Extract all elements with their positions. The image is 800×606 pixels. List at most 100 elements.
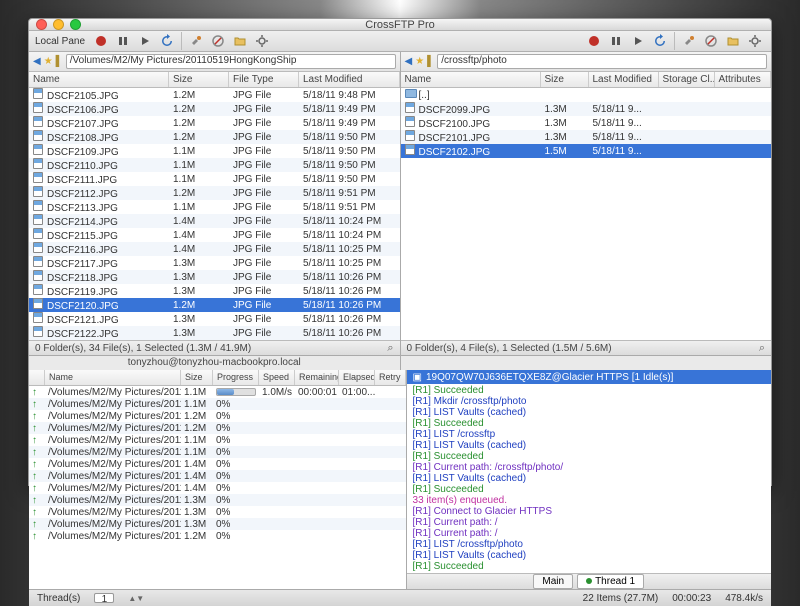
log-line: [R1] Current path: / (413, 517, 765, 528)
queue-row[interactable]: ↑/Volumes/M2/My Pictures/201105...1.1M0% (29, 398, 406, 410)
left-host: tonyzhou@tonyzhou-macbookpro.local (29, 356, 401, 370)
right-pane: ◀ ★ ▌ /crossftp/photo Name Size Last Mod… (401, 52, 772, 355)
refresh-button[interactable] (157, 31, 177, 51)
file-row[interactable]: DSCF2110.JPG1.1MJPG File5/18/11 9:50 PM (29, 158, 400, 172)
file-row[interactable]: DSCF2119.JPG1.3MJPG File5/18/11 10:26 PM (29, 284, 400, 298)
folder-button-r[interactable] (723, 31, 743, 51)
file-row[interactable]: DSCF2102.JPG1.5M5/18/11 9... (401, 144, 772, 158)
file-row[interactable]: [..] (401, 88, 772, 102)
file-row[interactable]: DSCF2112.JPG1.2MJPG File5/18/11 9:51 PM (29, 186, 400, 200)
queue-row[interactable]: ↑/Volumes/M2/My Pictures/201105...1.2M0% (29, 530, 406, 542)
spinner-up-icon[interactable]: ▲▼ (128, 594, 144, 603)
file-row[interactable]: DSCF2109.JPG1.1MJPG File5/18/11 9:50 PM (29, 144, 400, 158)
upload-icon: ↑ (32, 387, 37, 398)
queue-column-header[interactable]: Name Size Progress Speed Remaining Elaps… (29, 370, 406, 386)
file-row[interactable]: DSCF2105.JPG1.2MJPG File5/18/11 9:48 PM (29, 88, 400, 102)
connect-button[interactable] (186, 31, 206, 51)
log-line: [R1] LIST /crossftp/photo (413, 539, 765, 550)
file-row[interactable]: DSCF2106.JPG1.2MJPG File5/18/11 9:49 PM (29, 102, 400, 116)
refresh-button-r[interactable] (650, 31, 670, 51)
play-button-r[interactable] (628, 31, 648, 51)
file-row[interactable]: DSCF2122.JPG1.3MJPG File5/18/11 10:26 PM (29, 326, 400, 340)
file-row[interactable]: DSCF2111.JPG1.1MJPG File5/18/11 9:50 PM (29, 172, 400, 186)
queue-row[interactable]: ↑/Volumes/M2/My Pictures/201105...1.3M0% (29, 494, 406, 506)
folder-button[interactable] (230, 31, 250, 51)
queue-row[interactable]: ↑/Volumes/M2/My Pictures/201105...1.1M0% (29, 446, 406, 458)
queue-row[interactable]: ↑/Volumes/M2/My Pictures/201105...1.2M0% (29, 410, 406, 422)
tab-main[interactable]: Main (533, 574, 573, 589)
file-row[interactable]: DSCF2113.JPG1.1MJPG File5/18/11 9:51 PM (29, 200, 400, 214)
file-row[interactable]: DSCF2100.JPG1.3M5/18/11 9... (401, 116, 772, 130)
right-column-header[interactable]: Name Size Last Modified Storage Cl... At… (401, 72, 772, 88)
left-path-input[interactable]: /Volumes/M2/My Pictures/20110519HongKong… (66, 54, 396, 69)
main-toolbar: Local Pane (29, 31, 771, 52)
left-status: 0 Folder(s), 34 File(s), 1 Selected (1.3… (29, 340, 400, 355)
queue-row[interactable]: ↑/Volumes/M2/My Pictures/201105...1.4M0% (29, 470, 406, 482)
file-row[interactable]: DSCF2117.JPG1.3MJPG File5/18/11 10:25 PM (29, 256, 400, 270)
search-icon[interactable]: ⌕ (759, 342, 765, 355)
settings-button-r[interactable] (745, 31, 765, 51)
disconnect-button[interactable] (208, 31, 228, 51)
queue-row[interactable]: ↑/Volumes/M2/My Pictures/201105...1.1M0% (29, 434, 406, 446)
left-file-list[interactable]: DSCF2105.JPG1.2MJPG File5/18/11 9:48 PMD… (29, 88, 400, 340)
threads-spinner[interactable]: 1 (94, 593, 114, 603)
log-line: [R1] Succeeded (413, 385, 765, 396)
transfer-queue: Name Size Progress Speed Remaining Elaps… (29, 370, 407, 589)
queue-row[interactable]: ↑/Volumes/M2/My Pictures/201105...1.3M0% (29, 518, 406, 530)
settings-button[interactable] (252, 31, 272, 51)
record-button-r[interactable] (584, 31, 604, 51)
right-file-list[interactable]: [..]DSCF2099.JPG1.3M5/18/11 9...DSCF2100… (401, 88, 772, 340)
search-icon[interactable]: ⌕ (387, 342, 393, 355)
connect-button-r[interactable] (679, 31, 699, 51)
log-line: [R1] Succeeded (413, 451, 765, 462)
log-line: [R1] Current path: / (413, 528, 765, 539)
file-row[interactable]: DSCF2114.JPG1.4MJPG File5/18/11 10:24 PM (29, 214, 400, 228)
pause-button-r[interactable] (606, 31, 626, 51)
upload-icon: ↑ (32, 411, 37, 422)
play-button[interactable] (135, 31, 155, 51)
zoom-icon[interactable] (70, 19, 81, 30)
right-path-input[interactable]: /crossftp/photo (437, 54, 767, 69)
queue-row[interactable]: ↑/Volumes/M2/My Pictures/201105...1.4M0% (29, 458, 406, 470)
file-row[interactable]: DSCF2107.JPG1.2MJPG File5/18/11 9:49 PM (29, 116, 400, 130)
file-row[interactable]: DSCF2108.JPG1.2MJPG File5/18/11 9:50 PM (29, 130, 400, 144)
log-lines[interactable]: [R1] Succeeded[R1] Mkdir /crossftp/photo… (407, 384, 771, 573)
minimize-icon[interactable] (53, 19, 64, 30)
pause-button[interactable] (113, 31, 133, 51)
upload-icon: ↑ (32, 399, 37, 410)
upload-icon: ↑ (32, 459, 37, 470)
close-icon[interactable] (36, 19, 47, 30)
tab-thread1[interactable]: Thread 1 (577, 574, 644, 589)
file-row[interactable]: DSCF2120.JPG1.2MJPG File5/18/11 10:26 PM (29, 298, 400, 312)
back-icon[interactable]: ◀ (33, 56, 41, 67)
log-line: [R1] Connect to Glacier HTTPS (413, 506, 765, 517)
upload-icon: ↑ (32, 435, 37, 446)
file-row[interactable]: DSCF2099.JPG1.3M5/18/11 9... (401, 102, 772, 116)
back-icon[interactable]: ◀ (405, 56, 413, 67)
star-icon[interactable]: ★ (415, 56, 424, 67)
file-row[interactable]: DSCF2116.JPG1.4MJPG File5/18/11 10:25 PM (29, 242, 400, 256)
file-row[interactable]: DSCF2115.JPG1.4MJPG File5/18/11 10:24 PM (29, 228, 400, 242)
disconnect-button-r[interactable] (701, 31, 721, 51)
queue-row[interactable]: ↑/Volumes/M2/My Pictures/201105...1.1M1.… (29, 386, 406, 398)
log-line: [R1] Succeeded (413, 418, 765, 429)
connection-bar[interactable]: ▣ 19Q07QW70J636ETQXE8Z@Glacier HTTPS [1 … (407, 370, 771, 384)
queue-list[interactable]: ↑/Volumes/M2/My Pictures/201105...1.1M1.… (29, 386, 406, 589)
log-line: [R1] Current path: /crossftp/photo/ (413, 462, 765, 473)
star-icon[interactable]: ★ (44, 56, 53, 67)
log-line: [R1] Succeeded (413, 561, 765, 572)
queue-row[interactable]: ↑/Volumes/M2/My Pictures/201105...1.2M0% (29, 422, 406, 434)
left-column-header[interactable]: Name Size File Type Last Modified (29, 72, 400, 88)
file-row[interactable]: DSCF2121.JPG1.3MJPG File5/18/11 10:26 PM (29, 312, 400, 326)
upload-icon: ↑ (32, 471, 37, 482)
file-row[interactable]: DSCF2101.JPG1.3M5/18/11 9... (401, 130, 772, 144)
upload-icon: ↑ (32, 531, 37, 542)
log-line: [R1] Mkdir /crossftp/photo (413, 396, 765, 407)
log-tabs: Main Thread 1 (407, 573, 771, 589)
local-pane-label: Local Pane (35, 36, 85, 47)
file-row[interactable]: DSCF2118.JPG1.3MJPG File5/18/11 10:26 PM (29, 270, 400, 284)
queue-row[interactable]: ↑/Volumes/M2/My Pictures/201105...1.3M0% (29, 506, 406, 518)
folder-icon: ▌ (56, 56, 63, 67)
record-button[interactable] (91, 31, 111, 51)
queue-row[interactable]: ↑/Volumes/M2/My Pictures/201105...1.4M0% (29, 482, 406, 494)
